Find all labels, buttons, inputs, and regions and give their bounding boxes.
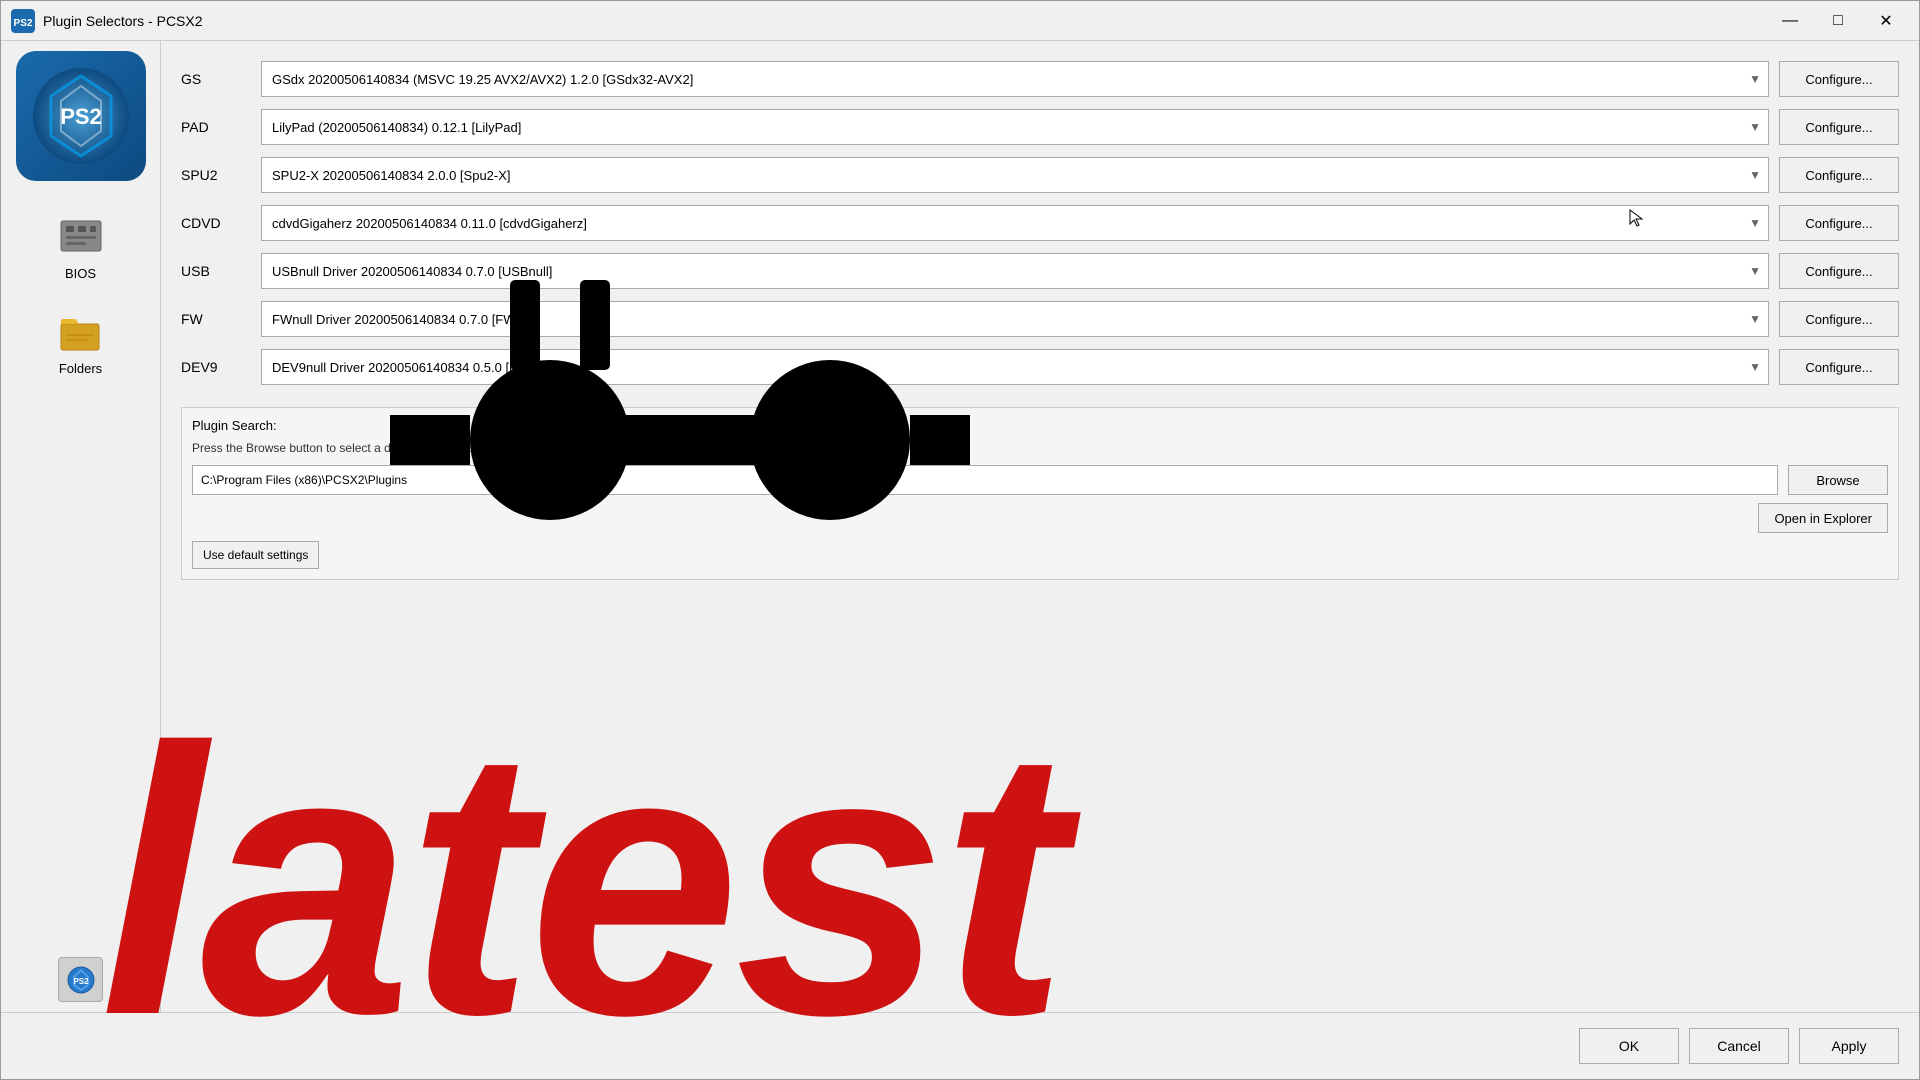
titlebar: PS2 Plugin Selectors - PCSX2 — □ ✕ — [1, 1, 1919, 41]
fw-row: FW FWnull Driver 20200506140834 0.7.0 [F… — [181, 301, 1899, 337]
plugin-path-row: Browse — [192, 465, 1888, 495]
content-area: PS2 BIOS — [1, 41, 1919, 1012]
open-explorer-button[interactable]: Open in Explorer — [1758, 503, 1888, 533]
svg-text:PS2: PS2 — [73, 977, 89, 986]
use-default-row: Use default settings — [192, 541, 1888, 569]
fw-label: FW — [181, 311, 261, 327]
bios-icon — [56, 211, 106, 261]
browse-button[interactable]: Browse — [1788, 465, 1888, 495]
plugin-search-section: Plugin Search: Press the Browse button t… — [181, 407, 1899, 580]
plugin-path-input[interactable] — [192, 465, 1778, 495]
fw-configure-button[interactable]: Configure... — [1779, 301, 1899, 337]
main-panel: GS GSdx 20200506140834 (MSVC 19.25 AVX2/… — [161, 41, 1919, 1012]
bios-label: BIOS — [65, 266, 96, 281]
cdvd-label: CDVD — [181, 215, 261, 231]
pad-select[interactable]: LilyPad (20200506140834) 0.12.1 [LilyPad… — [261, 109, 1769, 145]
dev9-label: DEV9 — [181, 359, 261, 375]
sidebar-item-folders[interactable]: Folders — [21, 296, 141, 386]
cdvd-select[interactable]: cdvdGigaherz 20200506140834 0.11.0 [cdvd… — [261, 205, 1769, 241]
spu2-select-wrapper: SPU2-X 20200506140834 2.0.0 [Spu2-X] ▼ — [261, 157, 1769, 193]
plugin-search-label: Plugin Search: — [192, 418, 1888, 433]
svg-text:PS2: PS2 — [60, 104, 102, 129]
spu2-label: SPU2 — [181, 167, 261, 183]
usb-row: USB USBnull Driver 20200506140834 0.7.0 … — [181, 253, 1899, 289]
titlebar-controls: — □ ✕ — [1767, 6, 1909, 36]
plugin-info-text: Press the Browse button to select a diff… — [192, 441, 1888, 455]
gs-configure-button[interactable]: Configure... — [1779, 61, 1899, 97]
spacer — [181, 580, 1899, 992]
gs-select[interactable]: GSdx 20200506140834 (MSVC 19.25 AVX2/AVX… — [261, 61, 1769, 97]
cdvd-select-wrapper: cdvdGigaherz 20200506140834 0.11.0 [cdvd… — [261, 205, 1769, 241]
apply-button[interactable]: Apply — [1799, 1028, 1899, 1064]
spu2-select[interactable]: SPU2-X 20200506140834 2.0.0 [Spu2-X] — [261, 157, 1769, 193]
sidebar: PS2 BIOS — [1, 41, 161, 1012]
dev9-configure-button[interactable]: Configure... — [1779, 349, 1899, 385]
usb-select-wrapper: USBnull Driver 20200506140834 0.7.0 [USB… — [261, 253, 1769, 289]
maximize-button[interactable]: □ — [1815, 6, 1861, 36]
pad-label: PAD — [181, 119, 261, 135]
pad-configure-button[interactable]: Configure... — [1779, 109, 1899, 145]
main-window: PS2 Plugin Selectors - PCSX2 — □ ✕ — [0, 0, 1920, 1080]
titlebar-logo: PS2 — [11, 9, 35, 33]
pad-select-wrapper: LilyPad (20200506140834) 0.12.1 [LilyPad… — [261, 109, 1769, 145]
taskbar-item[interactable]: PS2 — [58, 957, 103, 1002]
sidebar-taskbar: PS2 — [1, 947, 160, 1012]
fw-select[interactable]: FWnull Driver 20200506140834 0.7.0 [FWnu… — [261, 301, 1769, 337]
pcsx2-logo: PS2 — [16, 51, 146, 181]
spu2-row: SPU2 SPU2-X 20200506140834 2.0.0 [Spu2-X… — [181, 157, 1899, 193]
close-button[interactable]: ✕ — [1863, 6, 1909, 36]
spu2-configure-button[interactable]: Configure... — [1779, 157, 1899, 193]
plugin-section-actions: Open in Explorer — [192, 503, 1888, 533]
cancel-button[interactable]: Cancel — [1689, 1028, 1789, 1064]
folders-label: Folders — [59, 361, 102, 376]
pad-row: PAD LilyPad (20200506140834) 0.12.1 [Lil… — [181, 109, 1899, 145]
gs-select-wrapper: GSdx 20200506140834 (MSVC 19.25 AVX2/AVX… — [261, 61, 1769, 97]
use-default-button[interactable]: Use default settings — [192, 541, 319, 569]
svg-text:PS2: PS2 — [14, 18, 33, 29]
dev9-select[interactable]: DEV9null Driver 20200506140834 0.5.0 [DE… — [261, 349, 1769, 385]
titlebar-title: Plugin Selectors - PCSX2 — [43, 13, 1767, 29]
gs-row: GS GSdx 20200506140834 (MSVC 19.25 AVX2/… — [181, 61, 1899, 97]
bottom-bar: OK Cancel Apply — [1, 1012, 1919, 1079]
dev9-row: DEV9 DEV9null Driver 20200506140834 0.5.… — [181, 349, 1899, 385]
minimize-button[interactable]: — — [1767, 6, 1813, 36]
usb-select[interactable]: USBnull Driver 20200506140834 0.7.0 [USB… — [261, 253, 1769, 289]
sidebar-item-bios[interactable]: BIOS — [21, 201, 141, 291]
cdvd-configure-button[interactable]: Configure... — [1779, 205, 1899, 241]
gs-label: GS — [181, 71, 261, 87]
ok-button[interactable]: OK — [1579, 1028, 1679, 1064]
fw-select-wrapper: FWnull Driver 20200506140834 0.7.0 [FWnu… — [261, 301, 1769, 337]
usb-label: USB — [181, 263, 261, 279]
folders-icon — [56, 306, 106, 356]
dev9-select-wrapper: DEV9null Driver 20200506140834 0.5.0 [DE… — [261, 349, 1769, 385]
cdvd-row: CDVD cdvdGigaherz 20200506140834 0.11.0 … — [181, 205, 1899, 241]
usb-configure-button[interactable]: Configure... — [1779, 253, 1899, 289]
